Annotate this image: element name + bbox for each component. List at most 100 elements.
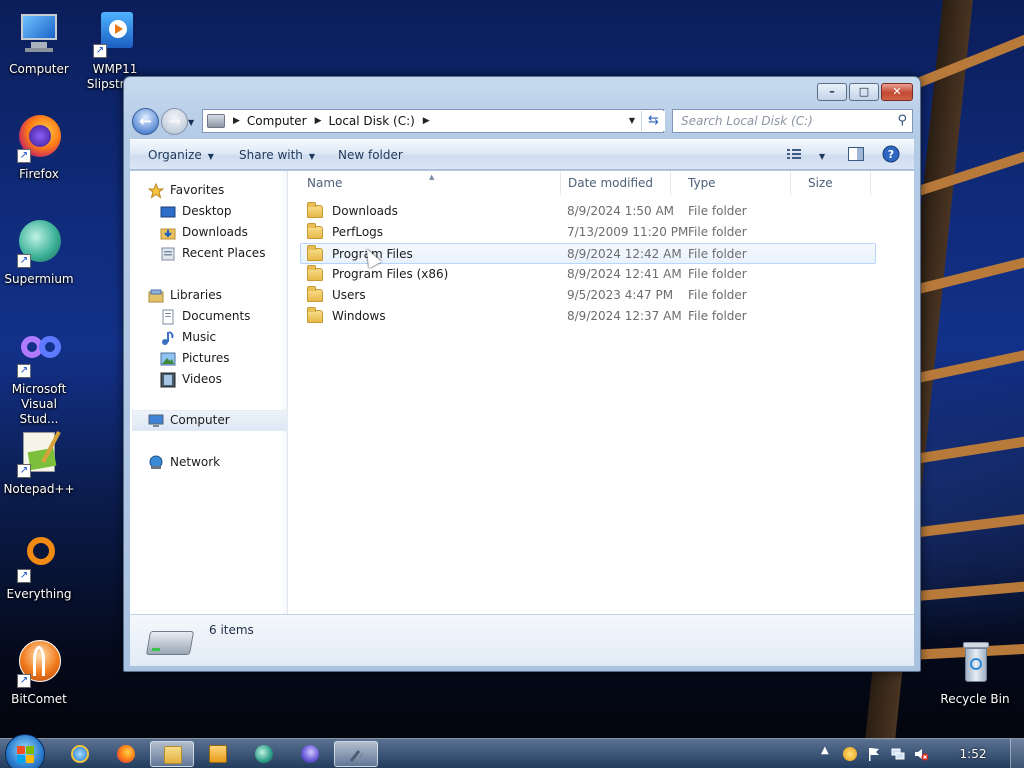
explorer-window: – □ ✕ ← → ▼ ▶ Computer ▶ Local Disk (C:)… [123,76,921,672]
sidebar-item-computer[interactable]: Computer [132,410,288,431]
table-row[interactable]: Program Files 8/9/2024 12:42 AM File fol… [300,243,876,264]
search-icon[interactable]: ⚲ [897,110,907,132]
action-center-flag-icon[interactable] [867,747,881,761]
chevron-down-icon: ▼ [308,152,316,161]
taskbar-firefox[interactable] [104,741,148,767]
sort-ascending-icon: ▲ [429,173,435,181]
column-header-name[interactable]: ▲ Name [289,171,561,195]
address-history-dropdown[interactable]: ▼ [623,110,641,132]
minimize-button[interactable]: – [817,83,847,101]
supermium-icon [255,745,273,763]
desktop-icon-supermium[interactable]: ↗ Supermium [0,220,78,287]
folder-icon [307,286,323,302]
sidebar-item-pictures[interactable]: Pictures [160,348,230,369]
desktop-icon-label: Everything [6,587,72,601]
desktop-icon-label: BitComet [11,692,67,706]
column-header-type[interactable]: Type [671,171,791,195]
caption-buttons: – □ ✕ [815,83,913,101]
taskbar-clock[interactable]: 1:52 AM [949,739,997,768]
sidebar-item-desktop[interactable]: Desktop [160,201,232,222]
sidebar-item-music[interactable]: Music [160,327,216,348]
organize-button[interactable]: Organize ▼ [148,140,214,170]
shortcut-arrow-icon: ↗ [17,569,31,583]
show-desktop-button[interactable] [1010,739,1024,768]
back-button[interactable]: ← [132,108,159,135]
table-row[interactable]: Program Files (x86) 8/9/2024 12:41 AM Fi… [301,264,877,285]
help-button[interactable]: ? [882,145,900,163]
row-name: PerfLogs [332,225,384,239]
row-date: 8/9/2024 1:50 AM [567,204,675,218]
search-input[interactable]: Search Local Disk (C:) ⚲ [672,109,913,133]
forward-button[interactable]: → [161,108,188,135]
recent-pages-dropdown[interactable]: ▼ [188,118,194,127]
recycle-bin-icon [951,640,999,688]
new-folder-button[interactable]: New folder [338,140,403,170]
taskbar-supermium[interactable] [242,741,286,767]
column-header-size[interactable]: Size [791,171,871,195]
breadcrumb-local-disk[interactable]: Local Disk (C:) [329,114,415,128]
change-view-button[interactable] [786,147,802,161]
desktop-icon-bitcomet[interactable]: ↗ BitComet [0,640,78,707]
taskbar-explorer[interactable] [150,741,194,767]
sidebar-item-documents[interactable]: Documents [160,306,250,327]
taskbar-media-player[interactable] [196,741,240,767]
column-header-date-modified[interactable]: Date modified [551,171,671,195]
recent-places-icon [160,246,176,262]
sidebar-item-recent-places[interactable]: Recent Places [160,243,265,264]
maximize-button[interactable]: □ [849,83,879,101]
desktop-icon-firefox[interactable]: ↗ Firefox [0,115,78,182]
sidebar-item-network[interactable]: Network [148,452,220,473]
table-row[interactable]: Downloads 8/9/2024 1:50 AM File folder [301,201,877,222]
everything-icon: ↗ [15,535,63,583]
new-folder-label: New folder [338,148,403,162]
show-hidden-icons-button[interactable]: ▲ [821,745,835,759]
desktop-icon-notepadpp[interactable]: ↗ Notepad++ [0,430,78,497]
shortcut-arrow-icon: ↗ [17,364,31,378]
breadcrumb-separator-icon[interactable]: ▶ [423,116,430,126]
file-list: ▲ Name Date modified Type Size Downloads… [289,171,914,614]
desktop-icon-visual-studio[interactable]: ↗ Microsoft Visual Stud... [0,330,78,427]
refresh-button[interactable]: ⇆ [641,111,665,131]
tray-app-icon[interactable] [843,747,857,761]
shortcut-arrow-icon: ↗ [17,149,31,163]
libraries-icon [148,288,164,304]
taskbar-tool[interactable] [334,741,378,767]
navigation-pane: Favorites Desktop Downloads Recent Place… [130,171,288,614]
desktop-icon-label: Recycle Bin [940,692,1010,706]
view-options-dropdown[interactable]: ▼ [813,140,825,170]
breadcrumb-computer[interactable]: Computer [247,114,307,128]
address-bar[interactable]: ▶ Computer ▶ Local Disk (C:) ▶ ▼ [202,109,664,133]
sidebar-item-downloads[interactable]: Downloads [160,222,248,243]
share-with-button[interactable]: Share with ▼ [239,140,315,170]
row-type: File folder [688,204,747,218]
row-name: Downloads [332,204,398,218]
table-row[interactable]: PerfLogs 7/13/2009 11:20 PM File folder [301,222,877,243]
minimize-icon: – [829,85,835,98]
network-status-icon[interactable] [891,747,905,761]
computer-icon [148,413,164,429]
desktop-icon-everything[interactable]: ↗ Everything [0,535,78,602]
taskbar-internet-explorer[interactable] [58,741,102,767]
organize-label: Organize [148,148,202,162]
breadcrumb-separator-icon[interactable]: ▶ [233,116,240,126]
row-date: 7/13/2009 11:20 PM [567,225,689,239]
table-row[interactable]: Windows 8/9/2024 12:37 AM File folder [301,306,877,327]
firefox-icon [117,745,135,763]
desktop-icon-computer[interactable]: Computer [0,10,78,77]
start-button[interactable] [5,734,45,768]
sidebar-item-libraries[interactable]: Libraries [148,285,222,306]
desktop-icon-recycle-bin[interactable]: Recycle Bin [936,640,1014,707]
preview-pane-button[interactable] [848,147,864,161]
media-player-icon [209,745,227,763]
volume-muted-icon[interactable] [914,747,929,761]
sidebar-item-videos[interactable]: Videos [160,369,222,390]
column-header-label: Date modified [568,176,654,190]
breadcrumb-separator-icon[interactable]: ▶ [315,116,322,126]
table-row[interactable]: Users 9/5/2023 4:47 PM File folder [301,285,877,306]
taskbar-firefox-nightly[interactable] [288,741,332,767]
internet-explorer-icon [71,745,89,763]
row-date: 8/9/2024 12:41 AM [567,267,682,281]
row-date: 8/9/2024 12:37 AM [567,309,682,323]
close-button[interactable]: ✕ [881,83,913,101]
sidebar-item-favorites[interactable]: Favorites [147,180,224,201]
